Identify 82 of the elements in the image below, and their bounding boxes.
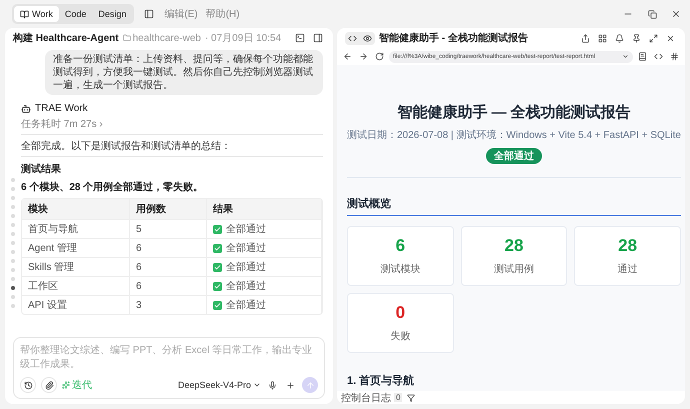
folder-icon [122,34,131,42]
caret-icon [622,53,629,60]
nav-dot[interactable] [11,196,15,200]
nav-dot[interactable] [11,232,15,236]
section-title: 测试结果 [21,162,62,176]
caret-icon [253,381,261,389]
stat-value: 28 [504,236,524,256]
history-button[interactable] [20,377,36,393]
attach-button[interactable] [41,377,57,393]
table-header: 结果 [207,199,322,219]
nav-dot[interactable] [11,295,15,299]
result-text: 全部通过 [226,298,266,312]
mode-tab[interactable]: Design [92,6,132,22]
result-text: 全部通过 [226,280,266,293]
mode-tab[interactable]: Work [14,6,59,22]
summary-text: 6 个模块、28 个用例全部通过，零失败。 [21,180,204,194]
table-cell: 5 [130,219,207,238]
stat-label: 测试用例 [494,262,534,276]
hash-icon[interactable] [668,50,681,63]
table-cell: 3 [130,295,207,314]
stat-label: 失败 [390,330,410,343]
table-cell: 工作区 [22,276,130,295]
section-heading: 1. 首页与导航 [347,374,416,388]
table-cell: API 设置 [22,295,130,314]
nav-dot[interactable] [11,205,15,209]
stat-value: 28 [618,236,638,256]
book-icon[interactable] [636,50,649,63]
chat-date: · 07月09日 10:54 [204,32,282,45]
result-text: 全部通过 [226,222,266,236]
table-header: 用例数 [130,199,207,219]
nav-dot[interactable] [11,250,15,254]
arrow-up-icon [306,380,314,390]
stat-value: 0 [396,303,406,323]
filter-icon[interactable] [405,392,418,404]
book-icon [20,10,29,18]
paperclip-icon [44,380,54,390]
nav-dot[interactable] [11,187,15,191]
message-composer[interactable]: 帮你整理论文综述、编写 PPT、分析 Excel 等日常工作，输出专业级工作成果。 迭代 DeepSeek-V4-Pro [13,337,325,399]
history-icon [24,380,32,390]
result-text: 全部通过 [226,260,266,274]
mode-tab[interactable]: Code [58,6,92,22]
task-duration[interactable]: 任务耗时 7m 27s › [21,117,323,135]
nav-dot[interactable] [11,268,15,272]
table-cell: 6 [130,238,207,257]
stat-value: 6 [396,236,406,256]
bot-icon [21,104,31,114]
table-cell: Skills 管理 [22,257,130,276]
nav-dot[interactable] [11,286,15,290]
nav-dot[interactable] [11,277,15,281]
agent-name: TRAE Work [35,103,88,114]
sparkle-icon [62,381,70,389]
project-label: healthcare-web [122,32,201,44]
panel-icon[interactable] [311,31,325,45]
report-meta: 测试日期：2026-07-08 | 测试环境：Windows + Vite 5.4 + FastAPI + SQLite [347,128,681,142]
nav-dot[interactable] [11,214,15,218]
chat-title: 构建 Healthcare-Agent [13,32,119,45]
result-text: 全部通过 [226,242,266,255]
section-heading: 测试概览 [347,196,681,216]
table-cell: 6 [130,276,207,295]
intro-text: 全部完成。以下是测试报告和测试清单的总结： [21,135,323,157]
console-count: 0 [394,393,402,402]
stat-label: 通过 [618,262,638,276]
nav-dot[interactable] [11,241,15,245]
preview-title: 智能健康助手 - 全栈功能测试报告 [379,32,528,45]
stat-label: 测试模块 [380,262,420,276]
bell-icon[interactable] [613,32,626,44]
user-message: 准备一份测试清单：上传资料、提问等，确保每个功能都能测试得到，方便我一键测试。然后你自己先控制浏览器测试一遍，生成一个测试报告。 [45,50,323,95]
nav-dot[interactable] [11,304,15,308]
table-header: 模块 [22,199,130,219]
reload-icon[interactable] [373,50,386,63]
terminal-icon[interactable] [293,31,307,45]
report-title: 智能健康助手 — 全栈功能测试报告 [396,103,632,122]
table-cell: 首页与导航 [22,219,130,238]
console-label[interactable]: 控制台日志 [341,390,391,404]
table-cell: Agent 管理 [22,238,130,257]
model-dropdown[interactable]: DeepSeek-V4-Pro [178,380,261,390]
nav-dot[interactable] [11,178,15,182]
nav-dot[interactable] [11,223,15,227]
status-badge: 全部通过 [486,148,542,164]
share-icon[interactable] [579,32,592,44]
table-cell: 6 [130,257,207,276]
nav-dot[interactable] [11,259,15,263]
